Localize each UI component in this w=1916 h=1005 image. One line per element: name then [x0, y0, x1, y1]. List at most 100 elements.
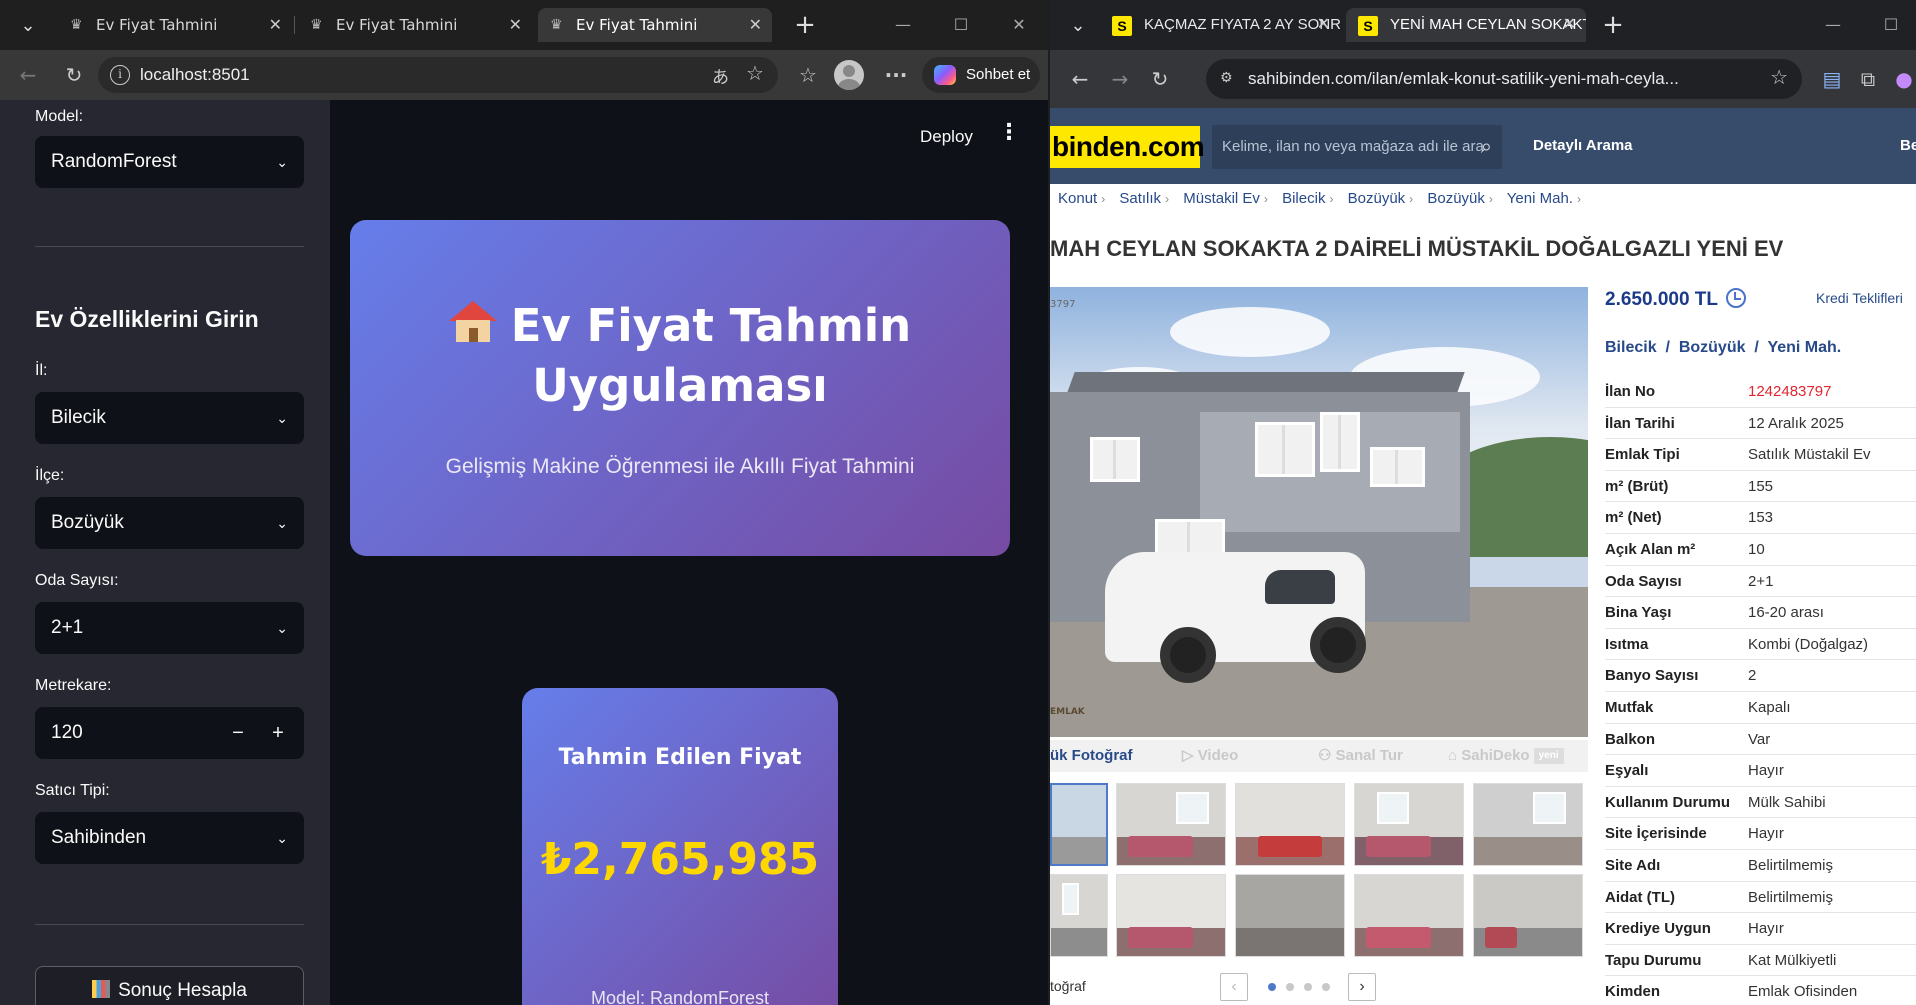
photo-thumbnail[interactable] [1473, 874, 1583, 957]
window-close-icon[interactable]: ✕ [996, 8, 1042, 42]
oda-select[interactable]: 2+1 ⌄ [35, 602, 304, 654]
photo-thumbnail[interactable] [1354, 783, 1464, 866]
spec-row: Tapu Durumu Kat Mülkiyetli [1605, 945, 1916, 977]
close-tab-icon[interactable]: ✕ [749, 8, 762, 42]
maximize-icon[interactable]: ☐ [938, 8, 984, 42]
tab-actions-chevron-icon[interactable]: ⌄ [8, 10, 48, 42]
site-info-icon[interactable]: i [110, 65, 130, 85]
new-tab-plus-icon[interactable]: + [788, 8, 822, 42]
breadcrumb-item[interactable]: Bozüyük [1427, 190, 1485, 207]
minimize-icon[interactable]: — [1810, 8, 1856, 42]
site-search-input[interactable]: Kelime, ilan no veya mağaza adı ile ara … [1212, 125, 1502, 169]
photo-thumbnail[interactable] [1354, 874, 1464, 957]
location-item[interactable]: Yeni Mah. [1767, 339, 1841, 356]
m2-label: Metrekare: [35, 677, 112, 694]
bookmark-star-icon[interactable]: ☆ [1770, 65, 1788, 89]
photo-thumbnail[interactable] [1235, 874, 1345, 957]
plus-icon[interactable]: + [260, 707, 296, 759]
photo-thumbnail[interactable] [1050, 874, 1108, 957]
reload-icon[interactable]: ↻ [58, 59, 90, 91]
close-tab-icon[interactable]: ✕ [1563, 8, 1576, 42]
close-tab-icon[interactable]: ✕ [509, 8, 522, 42]
photo-thumbnail[interactable] [1235, 783, 1345, 866]
address-bar[interactable]: ⚙ sahibinden.com/ilan/emlak-konut-satili… [1206, 59, 1802, 99]
pager-dot[interactable] [1322, 983, 1330, 991]
browser-tab[interactable]: ♛ Ev Fiyat Tahmini ✕ [298, 8, 532, 42]
back-arrow-icon[interactable]: ← [1064, 63, 1096, 95]
browser-tab[interactable]: S KAÇMAZ FIYATA 2 AY SONRA TE ✕ [1100, 8, 1340, 42]
calculate-button[interactable]: Sonuç Hesapla [35, 966, 304, 1005]
tab-sahideko[interactable]: ⌂ SahiDeko yeni [1448, 740, 1564, 772]
model-select[interactable]: RandomForest ⌄ [35, 136, 304, 188]
extensions-puzzle-icon[interactable]: ⧉ [1852, 63, 1884, 95]
profile-icon[interactable]: ● [1888, 63, 1916, 95]
tab-virtual-tour[interactable]: ⚇ Sanal Tur [1318, 740, 1403, 772]
spec-value: Hayır [1748, 920, 1784, 938]
m2-number-input[interactable]: 120 − + [35, 707, 304, 759]
spec-key: Kimden [1605, 983, 1661, 1001]
chevron-down-icon: ⌄ [276, 410, 288, 426]
search-icon[interactable]: ⌕ [1481, 125, 1492, 169]
site-logo[interactable]: binden.com [1050, 126, 1205, 168]
site-settings-icon[interactable]: ⚙ [1220, 70, 1238, 88]
detailed-search-link[interactable]: Detaylı Arama [1533, 108, 1633, 184]
minus-icon[interactable]: − [220, 707, 256, 759]
spec-row: Oda Sayısı 2+1 [1605, 566, 1916, 598]
spec-row: İlan Tarihi 12 Aralık 2025 [1605, 408, 1916, 440]
url-text[interactable]: sahibinden.com/ilan/emlak-konut-satilik-… [1248, 59, 1716, 99]
maximize-icon[interactable]: ☐ [1868, 8, 1914, 42]
spec-key: Emlak Tipi [1605, 446, 1680, 464]
photo-thumbnail[interactable] [1116, 783, 1226, 866]
url-text[interactable]: localhost:8501 [140, 57, 250, 93]
close-tab-icon[interactable]: ✕ [269, 8, 282, 42]
reload-icon[interactable]: ↻ [1144, 63, 1176, 95]
address-bar[interactable]: i localhost:8501 あ ☆ [98, 57, 778, 93]
spec-value: Kombi (Doğalgaz) [1748, 635, 1869, 653]
back-arrow-icon[interactable]: ← [12, 59, 44, 91]
translate-icon[interactable]: あ [712, 63, 729, 88]
close-tab-icon[interactable]: ✕ [1317, 8, 1330, 42]
photo-thumbnail[interactable] [1050, 783, 1108, 866]
tab-photos[interactable]: ük Fotoğraf [1050, 740, 1133, 772]
browser-tab[interactable]: ♛ Ev Fiyat Tahmini ✕ [58, 8, 292, 42]
new-tab-plus-icon[interactable]: + [1596, 8, 1630, 42]
deploy-button[interactable]: Deploy [920, 127, 973, 147]
breadcrumb-item[interactable]: Konut [1058, 190, 1097, 207]
copilot-button[interactable]: Sohbet et [922, 57, 1040, 93]
breadcrumb-item[interactable]: Bilecik [1282, 190, 1325, 207]
breadcrumb-item[interactable]: Yeni Mah. [1507, 190, 1573, 207]
credit-offers-link[interactable]: Kredi Teklifleri [1816, 290, 1903, 306]
prev-chevron-icon[interactable]: ‹ [1220, 973, 1248, 1001]
breadcrumb-item[interactable]: Satılık [1119, 190, 1161, 207]
header-right-link[interactable]: Be [1900, 108, 1916, 184]
favorite-star-icon[interactable]: ☆ [746, 61, 764, 85]
price-history-icon[interactable] [1726, 288, 1747, 308]
m2-value[interactable]: 120 [51, 722, 83, 743]
pager-dot[interactable] [1286, 983, 1294, 991]
photo-thumbnail[interactable] [1473, 783, 1583, 866]
favorites-list-icon[interactable]: ☆ [792, 59, 824, 91]
ilce-select[interactable]: Bozüyük ⌄ [35, 497, 304, 549]
tab-search-chevron-icon[interactable]: ⌄ [1058, 10, 1098, 42]
breadcrumb-item[interactable]: Bozüyük [1348, 190, 1406, 207]
satici-select[interactable]: Sahibinden ⌄ [35, 812, 304, 864]
location-item[interactable]: Bilecik [1605, 339, 1657, 356]
breadcrumb-item[interactable]: Müstakil Ev [1183, 190, 1260, 207]
photo-thumbnail[interactable] [1116, 874, 1226, 957]
profile-avatar[interactable] [834, 60, 864, 90]
pager-dot[interactable] [1304, 983, 1312, 991]
forward-arrow-icon[interactable]: → [1104, 63, 1136, 95]
listing-main-photo[interactable]: 3797 EMLAK [1050, 287, 1588, 737]
document-icon[interactable]: ▤ [1816, 63, 1848, 95]
pager-dot[interactable] [1268, 983, 1276, 991]
location-item[interactable]: Bozüyük [1679, 339, 1746, 356]
chevron-down-icon: ⌄ [276, 515, 288, 531]
minimize-icon[interactable]: — [880, 8, 926, 42]
main-menu-kebab-icon[interactable]: ⋮ [998, 122, 1020, 144]
il-select[interactable]: Bilecik ⌄ [35, 392, 304, 444]
browser-tab-active[interactable]: S YENİ MAH CEYLAN SOKAKTA 2 ✕ [1346, 8, 1586, 42]
browser-tab-active[interactable]: ♛ Ev Fiyat Tahmini ✕ [538, 8, 772, 42]
next-chevron-icon[interactable]: › [1348, 973, 1376, 1001]
tab-video[interactable]: ▷ Video [1182, 740, 1238, 772]
more-dots-icon[interactable]: ··· [880, 59, 912, 91]
